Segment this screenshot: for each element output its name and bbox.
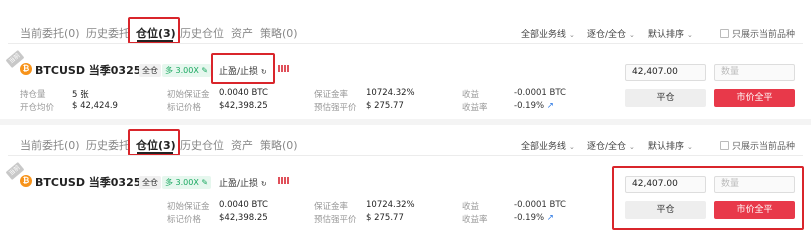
margin-rate-label: 保证金率	[314, 202, 349, 212]
active-tab-underline	[137, 152, 173, 154]
holding-value: 5 张	[72, 90, 89, 100]
symbol-link[interactable]: BTCUSD 当季0325 ›	[35, 174, 150, 190]
open-avg-value: $ 42,424.9	[72, 101, 118, 111]
mark-price-value: $42,398.25	[219, 101, 268, 111]
tab-order-history[interactable]: 历史委托	[86, 25, 130, 41]
tp-sl-button[interactable]: 止盈/止损 ↻	[219, 176, 267, 189]
only-current-checkbox[interactable]: 只展示当前品种	[720, 27, 795, 40]
chevron-down-icon: ⌄	[569, 31, 575, 39]
btc-coin-icon: ₿	[20, 63, 32, 75]
pnl-value: -0.0001 BTC	[514, 88, 566, 98]
pnl-rate-label: 收益率	[462, 215, 488, 225]
sort-dropdown[interactable]: 默认排序 ⌄	[648, 139, 693, 152]
mark-price-label: 标记价格	[167, 215, 202, 225]
mark-price-value: $42,398.25	[219, 213, 268, 223]
margin-mode-dropdown[interactable]: 逐仓/全仓 ⌄	[587, 27, 635, 40]
pnl-value: -0.0001 BTC	[514, 200, 566, 210]
sort-dropdown[interactable]: 默认排序 ⌄	[648, 27, 693, 40]
tab-assets[interactable]: 资产	[231, 25, 253, 41]
tab-current-orders[interactable]: 当前委托(0)	[20, 137, 80, 153]
margin-rate-value: 10724.32%	[366, 88, 415, 98]
chevron-down-icon: ⌄	[629, 31, 635, 39]
adl-indicator-icon	[278, 177, 289, 184]
tab-strategy[interactable]: 策略(0)	[260, 25, 298, 41]
pnl-rate-value: -0.19% ↗	[514, 101, 554, 111]
margin-mode-dropdown[interactable]: 逐仓/全仓 ⌄	[587, 139, 635, 152]
tab-order-history[interactable]: 历史委托	[86, 137, 130, 153]
pnl-label: 收益	[462, 90, 480, 100]
tab-strategy[interactable]: 策略(0)	[260, 137, 298, 153]
margin-rate-label: 保证金率	[314, 90, 349, 100]
market-close-all-button[interactable]: 市价全平	[714, 201, 795, 219]
leverage-badge[interactable]: 多 3.00X ✎	[162, 64, 212, 77]
init-margin-label: 初始保证金	[167, 90, 210, 100]
only-current-checkbox[interactable]: 只展示当前品种	[720, 139, 795, 152]
mark-price-label: 标记价格	[167, 103, 202, 113]
margin-mode-badge: 全仓	[139, 64, 161, 77]
margin-rate-value: 10724.32%	[366, 200, 415, 210]
leverage-badge[interactable]: 多 3.00X ✎	[162, 176, 212, 189]
tab-position-history[interactable]: 历史仓位	[180, 25, 224, 41]
chevron-down-icon: ⌄	[569, 143, 575, 151]
init-margin-value: 0.0040 BTC	[219, 200, 268, 210]
checkbox-icon	[720, 141, 729, 150]
adl-indicator-icon	[278, 65, 289, 72]
close-position-button[interactable]: 平仓	[625, 201, 706, 219]
section-separator	[0, 119, 811, 125]
init-margin-value: 0.0040 BTC	[219, 88, 268, 98]
share-icon[interactable]: ↗	[547, 101, 554, 111]
refresh-icon: ↻	[260, 68, 267, 76]
close-position-button[interactable]: 平仓	[625, 89, 706, 107]
business-filter-dropdown[interactable]: 全部业务线 ⌄	[521, 27, 575, 40]
est-liq-label: 预估强平价	[314, 103, 357, 113]
btc-coin-icon: ₿	[20, 175, 32, 187]
close-quantity-input[interactable]: 数量	[714, 176, 795, 193]
pnl-rate-value: -0.19% ↗	[514, 213, 554, 223]
init-margin-label: 初始保证金	[167, 202, 210, 212]
pnl-label: 收益	[462, 202, 480, 212]
tab-divider	[8, 43, 803, 44]
share-icon[interactable]: ↗	[547, 213, 554, 223]
est-liq-value: $ 275.77	[366, 101, 404, 111]
holding-label: 持仓量	[20, 90, 46, 100]
symbol-link[interactable]: BTCUSD 当季0325 ›	[35, 62, 150, 78]
tp-sl-button[interactable]: 止盈/止损 ↻	[219, 64, 267, 77]
tab-divider	[8, 155, 803, 156]
open-avg-label: 开仓均价	[20, 103, 55, 113]
tab-position-history[interactable]: 历史仓位	[180, 137, 224, 153]
chevron-down-icon: ⌄	[629, 143, 635, 151]
market-close-all-button[interactable]: 市价全平	[714, 89, 795, 107]
business-filter-dropdown[interactable]: 全部业务线 ⌄	[521, 139, 575, 152]
close-quantity-input[interactable]: 数量	[714, 64, 795, 81]
edit-icon: ✎	[201, 66, 209, 75]
refresh-icon: ↻	[260, 180, 267, 188]
tab-current-orders[interactable]: 当前委托(0)	[20, 25, 80, 41]
est-liq-value: $ 275.77	[366, 213, 404, 223]
pnl-rate-label: 收益率	[462, 103, 488, 113]
chevron-down-icon: ⌄	[687, 143, 693, 151]
checkbox-icon	[720, 29, 729, 38]
close-price-input[interactable]: 42,407.00	[625, 176, 706, 193]
margin-mode-badge: 全仓	[139, 176, 161, 189]
active-tab-underline	[137, 40, 173, 42]
tab-assets[interactable]: 资产	[231, 137, 253, 153]
edit-icon: ✎	[201, 178, 209, 187]
est-liq-label: 预估强平价	[314, 215, 357, 225]
chevron-down-icon: ⌄	[687, 31, 693, 39]
close-price-input[interactable]: 42,407.00	[625, 64, 706, 81]
